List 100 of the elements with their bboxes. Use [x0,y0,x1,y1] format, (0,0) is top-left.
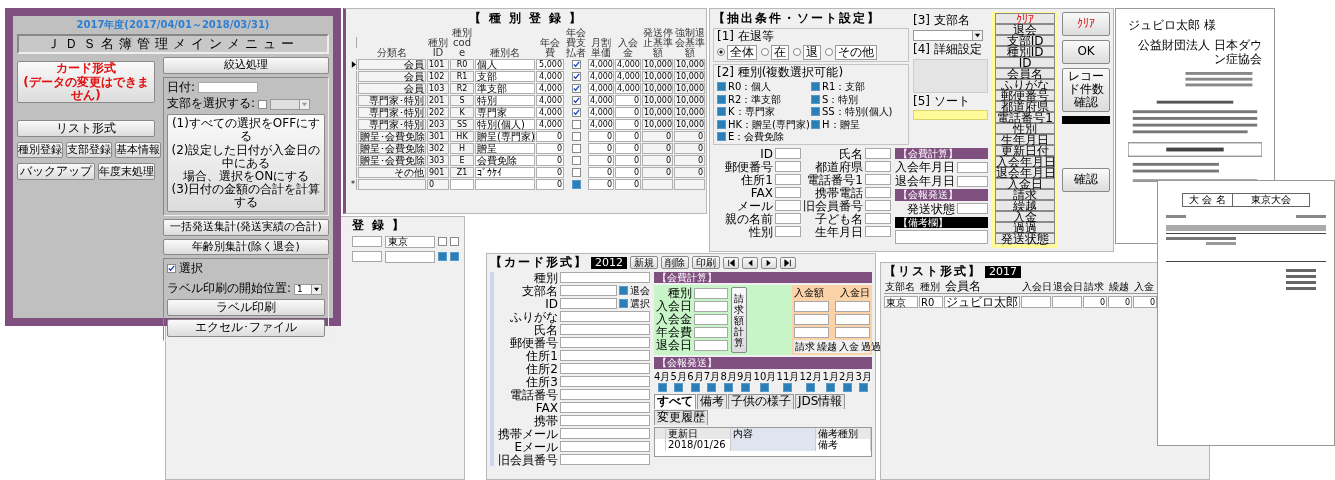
note-field[interactable] [895,230,989,245]
input-field[interactable] [694,300,728,312]
tab[interactable]: すべて [654,394,696,410]
radio-button[interactable] [761,48,769,57]
sort-button[interactable]: 入金日 [995,178,1056,189]
branch-checkbox[interactable] [258,99,268,109]
confirm-button[interactable]: 確認 [1062,167,1110,192]
input-field[interactable] [560,285,617,297]
input-field[interactable] [385,250,435,263]
checkbox[interactable] [717,107,726,117]
checkbox[interactable] [842,383,852,393]
input-field[interactable] [560,389,650,401]
checkbox[interactable] [811,94,820,104]
branch-dropdown[interactable] [270,98,311,110]
record-count-button[interactable]: レコード件数確認 [1062,68,1110,112]
input-field[interactable] [775,174,801,186]
menu-button[interactable]: 種別登録 [17,142,63,159]
checkbox[interactable] [571,107,581,117]
input-field[interactable] [694,326,728,338]
checkbox[interactable] [571,167,581,177]
input-field[interactable] [865,213,891,225]
checkbox[interactable] [826,383,836,393]
checkbox[interactable] [571,119,581,129]
input-field[interactable] [560,298,617,310]
checkbox[interactable] [717,119,726,129]
sort-button[interactable]: 入会年月日 [995,156,1056,167]
label-print-button[interactable]: ラベル印刷 [167,299,325,317]
checkbox[interactable] [717,132,726,142]
input-field[interactable] [560,350,650,362]
list-form-button[interactable]: リスト形式 [17,120,155,138]
checkbox[interactable] [571,71,581,81]
checkbox[interactable] [783,383,793,393]
input-field[interactable] [957,175,989,187]
input-field[interactable] [835,300,870,312]
sort-button[interactable]: 入金 [995,211,1056,222]
input-field[interactable] [560,311,650,323]
sort-button[interactable]: 性別 [995,123,1056,134]
input-field[interactable] [560,415,650,427]
input-field[interactable] [560,324,650,336]
radio-button[interactable] [717,48,725,57]
input-field[interactable] [775,187,801,199]
menu-button[interactable]: 支部登録 [66,142,112,159]
tab[interactable]: 変更履歴 [654,410,708,425]
input-field[interactable] [775,213,801,225]
input-field[interactable] [560,441,650,453]
input-field[interactable] [352,236,382,248]
toolbar-button[interactable]: 新規 [630,256,658,270]
tab[interactable]: 子供の様子 [728,394,794,410]
last-record-button[interactable] [780,256,796,269]
toolbar-button[interactable]: 削除 [661,256,689,270]
input-field[interactable] [835,326,870,338]
sort-button[interactable]: 請求 [995,189,1056,200]
tab[interactable]: JDS情報 [795,394,846,410]
sort-button[interactable]: ID [995,57,1056,68]
checkbox[interactable] [717,94,726,104]
calculate-button[interactable]: (1)すべての選択をOFFにする (2)設定した日付が入金日の中にある 場合、選択をONにする (3)日付の金額の合計を計算する [167,114,325,213]
checkbox[interactable] [811,82,820,92]
input-field[interactable] [957,161,989,173]
menu-button[interactable]: 年度末処理 [98,163,155,181]
input-field[interactable] [865,148,891,160]
checkbox[interactable] [571,95,581,105]
clear-button[interactable]: ｸﾘｱ [1062,12,1110,36]
input-field[interactable] [794,313,829,325]
menu-button[interactable]: 基本情報 [115,142,161,159]
calculate-button[interactable]: 請求額計算 [731,287,747,354]
input-field[interactable] [794,300,829,312]
checkbox[interactable] [450,237,459,247]
input-field[interactable] [775,148,801,160]
sort-button[interactable]: 退会 [995,24,1056,35]
checkbox[interactable] [811,119,820,129]
input-field[interactable] [560,337,650,349]
detail-field[interactable] [913,58,989,93]
sort-button[interactable]: 生年月日 [995,134,1056,145]
checkbox[interactable] [859,383,869,393]
input-field[interactable] [694,313,728,325]
select-checkbox[interactable] [167,264,176,273]
date-field[interactable] [198,81,259,93]
checkbox[interactable] [724,383,734,393]
input-field[interactable] [775,200,801,212]
input-field[interactable] [352,251,382,263]
input-field[interactable] [560,402,650,414]
branch-name-cell[interactable]: 東京 [385,235,435,248]
checkbox[interactable] [760,383,770,393]
sort-button[interactable]: 更新日付 [995,145,1056,156]
excel-file-button[interactable]: エクセル･ファイル [167,319,325,337]
select-checkbox[interactable] [619,299,628,309]
input-field[interactable] [775,226,801,238]
checkbox[interactable] [707,383,717,393]
sort-field[interactable] [913,110,989,121]
input-field[interactable] [865,161,891,173]
shipping-total-button[interactable]: 一括発送集計(発送実績の合計) [163,219,329,236]
radio-button[interactable] [793,48,801,57]
age-total-button[interactable]: 年齢別集計(除く退会) [163,238,329,255]
previous-button[interactable] [742,256,758,269]
first-record-button[interactable] [723,256,739,269]
checkbox[interactable] [571,179,581,189]
withdrawn-checkbox[interactable] [619,286,628,296]
checkbox[interactable] [717,82,726,92]
card-form-button[interactable]: カード形式 (データの変更はできません) [17,61,155,103]
branch-dropdown[interactable] [913,29,983,41]
